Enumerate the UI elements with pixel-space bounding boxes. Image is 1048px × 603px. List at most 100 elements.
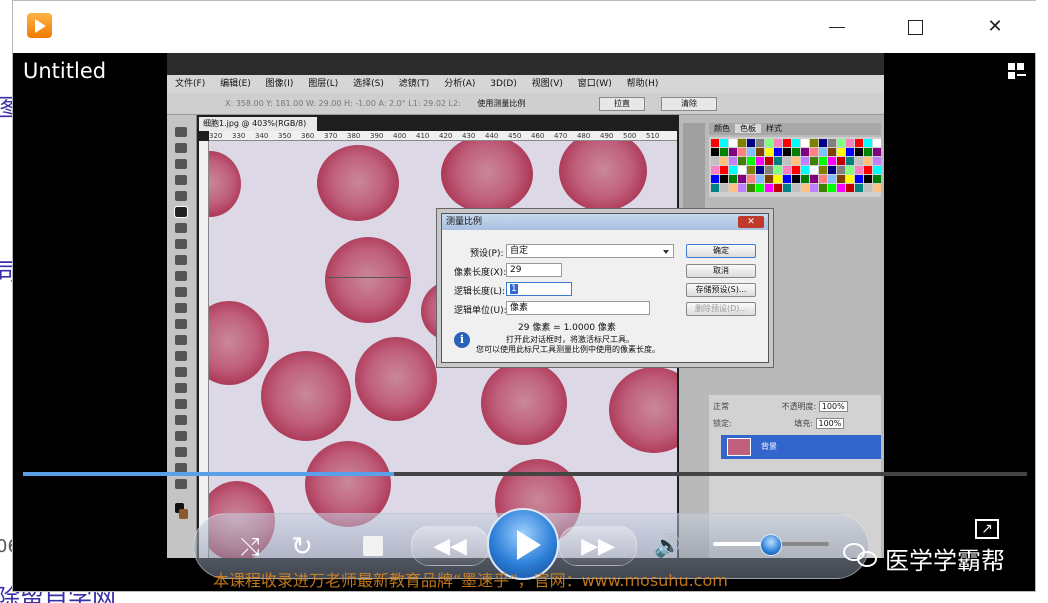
options-bar: X: 358.00 Y: 181.00 W: 29.00 H: -1.00 A:… [167,93,884,115]
fill-label: 填充: [794,419,813,428]
player-app-icon [27,13,52,38]
color-swatch [747,148,755,156]
stop-button[interactable] [363,536,383,556]
color-swatch [837,139,845,147]
color-swatch [747,175,755,183]
color-swatch [738,139,746,147]
color-swatch [810,157,818,165]
dialog-close-button: ✕ [738,216,764,228]
menu-3d: 3D(D) [490,79,517,89]
minimize-button[interactable] [825,15,849,39]
blood-cell [559,141,647,211]
opacity-value: 100% [818,401,848,412]
color-swatch [783,148,791,156]
player-window: ✕ Untitled 文件(F) 编辑(E) 图像(I) 图层(L) 选择(S)… [12,0,1037,592]
color-swatch [837,148,845,156]
color-swatch [783,157,791,165]
color-swatch [738,157,746,165]
color-swatch [828,175,836,183]
color-swatch [738,175,746,183]
color-swatch [828,157,836,165]
color-swatch [828,148,836,156]
color-swatch [864,166,872,174]
clear-button: 清除 [661,97,717,111]
playlist-icon[interactable] [1008,63,1026,79]
color-swatch [819,184,827,192]
logical-units-label: 逻辑单位(U): [454,306,507,316]
color-swatch [873,175,881,183]
color-swatch [810,175,818,183]
color-swatch [846,148,854,156]
color-swatch [747,184,755,192]
color-swatch [837,184,845,192]
color-swatch [846,166,854,174]
brand-name: 医学学霸帮 [885,547,1005,575]
color-swatch [729,148,737,156]
repeat-icon[interactable]: ↻ [287,527,317,567]
menu-file: 文件(F) [175,79,206,89]
logical-length-label: 逻辑长度(L): [454,287,506,297]
color-swatch [783,184,791,192]
desktop: 图 司 06 除留自学网 ✕ Untitled 文件(F) 编辑(E) 图像(I… [0,0,1048,603]
color-swatch [864,184,872,192]
maximize-button[interactable] [903,15,927,39]
layer-row-background: 背景 [721,435,881,459]
seek-bar-fill [23,472,395,476]
color-swatch [855,148,863,156]
close-button[interactable]: ✕ [983,15,1007,39]
photoshop-menubar: 文件(F) 编辑(E) 图像(I) 图层(L) 选择(S) 滤镜(T) 分析(A… [167,75,884,93]
volume-knob[interactable] [760,534,782,556]
color-swatch [801,157,809,165]
color-swatch [711,184,719,192]
photoshop-titlebar [167,53,884,75]
color-swatch [738,148,746,156]
color-swatch [855,139,863,147]
menu-filter: 滤镜(T) [398,79,430,89]
title-bar: ✕ [13,1,1037,53]
menu-image: 图像(I) [265,79,294,89]
video-title: Untitled [23,59,107,83]
color-swatch [729,166,737,174]
color-swatch [765,184,773,192]
blood-cell [261,351,351,441]
color-swatch [720,148,728,156]
seek-bar[interactable] [23,472,1027,476]
color-swatch [783,139,791,147]
color-swatch [729,184,737,192]
color-swatch [846,184,854,192]
fast-forward-button[interactable]: ▶▶ [559,526,637,566]
video-frame[interactable]: 文件(F) 编辑(E) 图像(I) 图层(L) 选择(S) 滤镜(T) 分析(A… [167,53,884,558]
opacity-label: 不透明度: [781,402,817,411]
color-swatch [783,166,791,174]
layer-options: 正常 不透明度: 100% 锁定: 填充: 100% [713,401,877,429]
color-swatch [855,184,863,192]
color-swatch [801,184,809,192]
volume-icon[interactable]: 🔊 [653,527,683,567]
color-swatch [729,157,737,165]
fullscreen-icon[interactable]: ↗ [975,519,999,539]
menu-analysis: 分析(A) [444,79,476,89]
color-swatch [819,175,827,183]
toolbox [167,115,197,558]
pixel-length-field: 29 [506,263,562,277]
color-swatch [846,139,854,147]
color-swatch [837,157,845,165]
color-swatch [711,175,719,183]
document-tab: 细胞1.jpg @ 403%(RGB/8) [199,117,317,131]
color-swatch [828,139,836,147]
tab-styles: 样式 [766,124,782,133]
color-swatch [738,166,746,174]
course-watermark: 本课程收录进万老师最新教育品牌“墨速乎”，官网：www.mosuhu.com [213,571,728,590]
horizontal-ruler: 320 330 340 350 360 370 380 390 400 410 420 430 440 4… [209,131,677,141]
logical-length-field: 1 [506,282,572,296]
swatch-grid [709,137,881,197]
color-swatch [756,139,764,147]
color-swatch [819,148,827,156]
shuffle-icon[interactable]: ⤭ [235,527,265,567]
pixel-length-label: 像素长度(X): [454,268,507,278]
color-swatch [774,157,782,165]
color-swatch [765,175,773,183]
blood-cell [209,301,269,385]
color-swatch [747,139,755,147]
rewind-button[interactable]: ◀◀ [411,526,489,566]
